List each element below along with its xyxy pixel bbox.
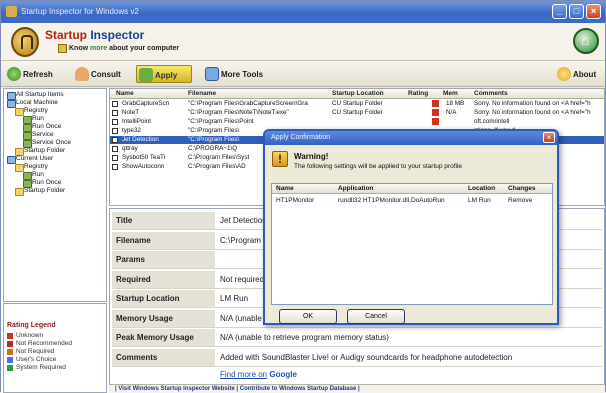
list-item[interactable]: HT1PMonitor rundll32 HT1PMonitor.dll,DoA…: [272, 196, 552, 205]
minimize-button[interactable]: _: [552, 4, 567, 19]
about-icon: [557, 67, 571, 81]
detail-value: Jet Detection: [220, 216, 267, 225]
tree-item[interactable]: Service: [23, 131, 54, 140]
enable-checkbox[interactable]: [112, 155, 118, 161]
legend-item: Unknown: [7, 332, 43, 339]
toolbar: Refresh Consult Apply More Tools About: [1, 61, 605, 87]
tree-item[interactable]: Startup Folder: [15, 187, 65, 196]
warning-message: The following settings will be applied t…: [294, 163, 463, 170]
tree-item[interactable]: All Startup Items: [7, 91, 64, 100]
table-row[interactable]: NoteT "C:\Program Files\NoteT\NoteT.exe" C…: [110, 109, 604, 117]
legend-title: Rating Legend: [7, 322, 56, 329]
detail-label: Peak Memory Usage: [112, 329, 215, 346]
dialog-title: Apply Confirmation ×: [265, 131, 557, 145]
enable-checkbox[interactable]: [112, 128, 118, 134]
detail-value: Added with SoundBlaster Live! or Audigy …: [220, 352, 513, 362]
apply-icon: [139, 68, 153, 82]
refresh-icon: [7, 67, 21, 81]
col-filename[interactable]: Filename: [188, 90, 216, 97]
maximize-button[interactable]: □: [569, 4, 584, 19]
detail-label: Required: [112, 270, 215, 288]
col-location[interactable]: Location: [468, 185, 495, 192]
detail-label: Params: [112, 251, 215, 268]
detail-label: Filename: [112, 231, 215, 249]
detail-value: Not required: [220, 274, 265, 284]
app-window: Startup Inspector for Windows v2 _ □ × S…: [0, 0, 606, 393]
rating-unknown-icon: [432, 100, 439, 107]
detail-label: Memory Usage: [112, 309, 215, 327]
detail-label: Comments: [112, 348, 215, 366]
enable-checkbox[interactable]: [112, 110, 118, 116]
enable-checkbox[interactable]: [112, 137, 118, 143]
apply-confirmation-dialog: Apply Confirmation × ! Warning! The follo…: [263, 129, 559, 325]
cancel-button[interactable]: Cancel: [347, 309, 405, 324]
tree-item[interactable]: Registry: [15, 163, 48, 172]
rating-unknown-icon: [432, 118, 439, 125]
tree-item[interactable]: Run Once: [23, 123, 61, 132]
enable-checkbox[interactable]: [112, 119, 118, 125]
grid-header: Name Filename Startup Location Rating Me…: [110, 89, 604, 99]
home-logo-icon[interactable]: [573, 28, 599, 54]
changes-list-header: Name Application Location Changes: [272, 184, 552, 194]
tagline: Know more about your computer: [69, 45, 180, 52]
detail-label: Startup Location: [112, 290, 215, 307]
enable-checkbox[interactable]: [112, 101, 118, 107]
table-row[interactable]: IntelliPoint "C:\Program Files\Point oft.c…: [110, 118, 604, 126]
header-banner: Startup Inspector Know more about your c…: [1, 23, 605, 61]
startup-tree: All Startup Items Local Machine Registry Ru…: [3, 88, 107, 302]
col-comments[interactable]: Comments: [474, 90, 508, 97]
find-more-link[interactable]: Find more on: [220, 370, 267, 379]
app-icon: [6, 6, 17, 17]
enable-checkbox[interactable]: [112, 164, 118, 170]
app-name: Startup Inspector: [45, 28, 145, 42]
detail-row: Peak Memory Usage N/A (unable to retrieve…: [112, 329, 602, 347]
col-mem[interactable]: Mem: [443, 90, 458, 97]
legend-item: Not Required: [7, 348, 54, 355]
changes-list: Name Application Location Changes HT1PMo…: [271, 183, 553, 305]
legend-item: User's Choice: [7, 356, 56, 363]
about-button[interactable]: About: [555, 65, 596, 83]
title-bar: Startup Inspector for Windows v2 _ □ ×: [1, 1, 605, 23]
col-rating[interactable]: Rating: [408, 90, 428, 97]
warning-title: Warning!: [294, 152, 329, 161]
person-icon: [75, 67, 89, 81]
key-icon: [58, 44, 67, 53]
refresh-button[interactable]: Refresh: [5, 65, 53, 83]
detail-value: N/A (unable to retrieve program memory s…: [220, 333, 389, 342]
consult-button[interactable]: Consult: [73, 65, 121, 83]
col-name[interactable]: Name: [116, 90, 134, 97]
detail-row: Comments Added with SoundBlaster Live! or…: [112, 348, 602, 367]
lock-logo-icon: [11, 27, 39, 57]
col-startup-location[interactable]: Startup Location: [332, 90, 384, 97]
more-tools-button[interactable]: More Tools: [203, 65, 263, 83]
detail-label: Title: [112, 212, 215, 229]
tree-item[interactable]: Current User: [7, 155, 53, 164]
apply-button[interactable]: Apply: [136, 65, 192, 83]
tree-item[interactable]: Run: [23, 171, 44, 180]
tree-item[interactable]: Registry: [15, 107, 48, 116]
tree-item[interactable]: Run: [23, 115, 44, 124]
col-application[interactable]: Application: [338, 185, 373, 192]
legend-item: System Required: [7, 364, 66, 371]
tree-item[interactable]: Startup Folder: [15, 147, 65, 156]
tree-item[interactable]: Service Once: [23, 139, 71, 148]
table-row[interactable]: GrabCaptureScn "C:\Program Files\GrabCapt…: [110, 100, 604, 108]
warning-icon: !: [272, 151, 288, 167]
window-controls: _ □ ×: [552, 4, 601, 19]
col-changes[interactable]: Changes: [508, 185, 535, 192]
rating-legend: Rating Legend Unknown Not Recommended Not …: [3, 303, 107, 393]
col-name[interactable]: Name: [276, 185, 294, 192]
ok-button[interactable]: OK: [279, 309, 337, 324]
close-button[interactable]: ×: [586, 4, 601, 19]
dialog-close-button[interactable]: ×: [543, 132, 555, 143]
detail-value: LM Run: [220, 294, 249, 303]
tools-icon: [205, 67, 219, 81]
tree-item[interactable]: Run Once: [23, 179, 61, 188]
tree-item[interactable]: Local Machine: [7, 99, 58, 108]
google-logo[interactable]: Google: [269, 370, 297, 379]
legend-item: Not Recommended: [7, 340, 72, 347]
enable-checkbox[interactable]: [112, 146, 118, 152]
rating-unknown-icon: [432, 109, 439, 116]
window-title: Startup Inspector for Windows v2: [21, 7, 139, 16]
